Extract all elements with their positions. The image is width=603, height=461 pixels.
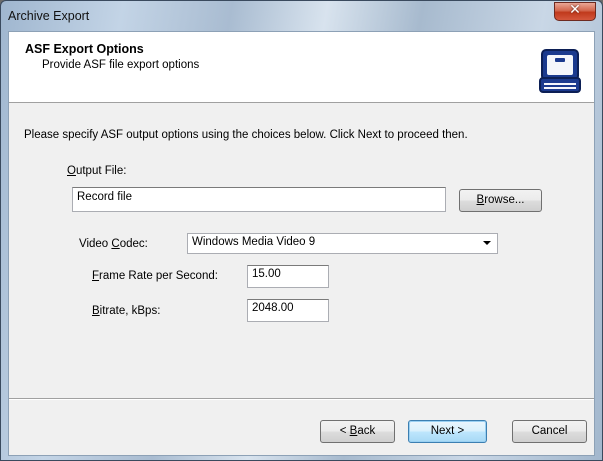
video-codec-value: Windows Media Video 9 <box>192 236 316 248</box>
frame-rate-label: Frame Rate per Second: <box>92 270 218 282</box>
next-button[interactable]: Next > <box>408 420 487 443</box>
chevron-down-icon[interactable] <box>483 241 491 245</box>
window-title: Archive Export <box>8 9 90 23</box>
title-bar[interactable]: Archive Export ✕ <box>1 1 602 31</box>
bitrate-input[interactable]: 2048.00 <box>247 299 329 322</box>
close-button[interactable]: ✕ <box>554 2 596 21</box>
wizard-header: ASF Export Options Provide ASF file expo… <box>9 32 594 103</box>
cancel-button[interactable]: Cancel <box>512 420 587 443</box>
bitrate-label: Bitrate, kBps: <box>92 305 161 317</box>
output-file-input[interactable]: Record file <box>72 187 446 212</box>
close-icon: ✕ <box>569 2 581 18</box>
dialog-client-area: ASF Export Options Provide ASF file expo… <box>8 31 595 456</box>
frame-rate-input[interactable]: 15.00 <box>247 265 329 288</box>
dialog-window: Archive Export ✕ ASF Export Options Prov… <box>0 0 603 461</box>
page-title: ASF Export Options <box>25 42 144 56</box>
output-file-label: Output File: <box>67 165 127 177</box>
page-subtitle: Provide ASF file export options <box>42 59 200 71</box>
video-codec-select[interactable]: Windows Media Video 9 <box>187 233 498 254</box>
footer-separator <box>9 398 594 400</box>
briefcase-icon <box>539 49 581 93</box>
instructions-text: Please specify ASF output options using … <box>24 129 468 141</box>
back-button[interactable]: < Back <box>320 420 395 443</box>
video-codec-label: Video Codec: <box>79 238 148 250</box>
browse-button[interactable]: Browse... <box>459 189 542 212</box>
